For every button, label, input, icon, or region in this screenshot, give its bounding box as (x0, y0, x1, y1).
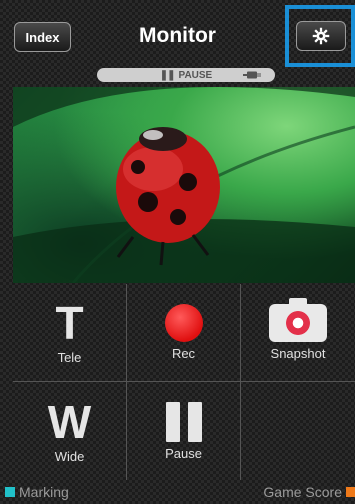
marking-tab[interactable]: Marking (0, 484, 69, 500)
battery-icon (243, 71, 261, 79)
marking-label: Marking (19, 484, 69, 500)
pause-label: Pause (165, 445, 202, 461)
tele-label: Tele (57, 350, 82, 365)
wide-button[interactable]: W Wide (13, 382, 127, 480)
status-label: PAUSE (178, 69, 213, 81)
pause-icon (165, 401, 202, 442)
marking-color-swatch (5, 487, 15, 497)
header: Index Monitor (0, 0, 355, 72)
game-score-tab[interactable]: Game Score (263, 484, 355, 500)
empty-cell (241, 382, 355, 480)
control-grid: T Tele Rec Snapshot W Wide Pause (13, 284, 355, 480)
wide-glyph: W (47, 395, 92, 448)
gear-icon (312, 27, 330, 45)
bottom-bar: Marking Game Score (0, 480, 355, 504)
snapshot-button[interactable]: Snapshot (241, 284, 355, 382)
settings-button[interactable] (296, 21, 346, 51)
camera-icon (269, 298, 327, 342)
pause-status-icon: ❚❚ (159, 69, 176, 81)
rec-button[interactable]: Rec (127, 284, 241, 382)
rec-label: Rec (171, 346, 196, 361)
game-score-color-swatch (346, 487, 355, 497)
tele-glyph: T (55, 297, 84, 349)
recording-status: ❚❚ PAUSE (97, 68, 275, 82)
wide-label: Wide (54, 448, 85, 464)
tele-button[interactable]: T Tele (13, 284, 127, 382)
snapshot-label: Snapshot (270, 346, 326, 361)
record-dot-icon (164, 304, 203, 342)
camera-lens (286, 311, 310, 335)
game-score-label: Game Score (263, 484, 342, 500)
camera-preview (13, 87, 355, 283)
pause-button[interactable]: Pause (127, 382, 241, 480)
ladybug-image (13, 87, 355, 283)
